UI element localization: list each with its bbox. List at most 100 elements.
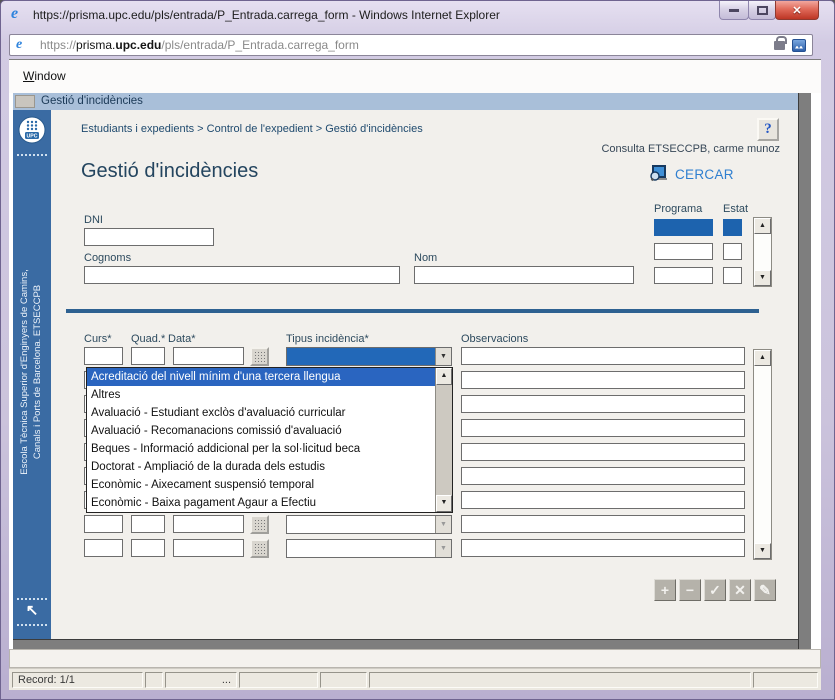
compatibility-view-icon[interactable] [792,39,806,52]
edit-button[interactable]: ✎ [754,579,776,601]
ie-icon: e [11,6,27,22]
programa-cell[interactable] [654,267,713,284]
observacions-input[interactable] [461,467,745,485]
dropdown-option[interactable]: Doctorat - Ampliació de la durada dels e… [87,458,435,476]
minimize-button[interactable] [719,1,749,20]
tipus-incidencia-dropdown: Acreditació del nivell mínim d'una terce… [86,367,453,513]
menu-window-mnemonic: W [23,69,34,83]
cognoms-input[interactable] [84,266,400,284]
data-input[interactable] [173,515,244,533]
dropdown-option-selected[interactable]: Acreditació del nivell mínim d'una terce… [87,368,435,386]
estat-cell[interactable] [723,267,742,284]
calendar-button[interactable] [250,347,269,366]
calendar-icon [254,519,265,530]
remove-record-button[interactable]: − [679,579,701,601]
observacions-input[interactable] [461,491,745,509]
estat-label: Estat [723,203,748,215]
tipus-combo-focused[interactable]: ▼ [286,347,452,366]
grid-scrollbar[interactable]: ▲ ▼ [753,349,772,560]
curs-input[interactable] [84,539,123,557]
menu-window-rest: indow [34,69,65,83]
accept-button[interactable]: ✓ [704,579,726,601]
breadcrumb: Estudiants i expedients > Control de l'e… [81,123,423,135]
maximize-icon [757,6,768,15]
scroll-down-icon[interactable]: ▼ [436,495,452,512]
quad-input[interactable] [131,539,165,557]
school-name-line2: Canals i Ports de Barcelona. ETSECCPB [31,162,44,582]
programa-cell-selected[interactable] [654,219,713,236]
observacions-header: Observacions [461,333,528,345]
chevron-down-icon[interactable]: ▼ [435,348,451,365]
observacions-input[interactable] [461,443,745,461]
scroll-up-icon[interactable]: ▲ [754,350,771,366]
record-indicator: Record: 1/1 [12,672,143,688]
menu-bar: Window [9,60,821,93]
dropdown-option[interactable]: Avaluació - Recomanacions comissió d'ava… [87,422,435,440]
observacions-input[interactable] [461,515,745,533]
tipus-combo[interactable]: ▼ [286,515,452,534]
dropdown-scrollbar[interactable]: ▲ ▼ [435,368,452,512]
url-text[interactable]: https://prisma.upc.edu/pls/entrada/P_Ent… [40,38,774,52]
cercar-button[interactable]: CERCAR [647,164,734,184]
scroll-down-icon[interactable]: ▼ [754,543,771,559]
url-scheme: https:// [40,38,76,52]
applet-header-title: Gestió d'incidències [41,95,143,107]
observacions-input[interactable] [461,539,745,557]
grid-row-8: ▼ [51,515,798,534]
data-input[interactable] [173,347,244,365]
cancel-button[interactable]: ✕ [729,579,751,601]
chevron-down-icon[interactable]: ▼ [435,516,451,533]
sidebar: UPC Escola Tècnica Superior d'Enginyers … [13,110,51,639]
dropdown-option[interactable]: Econòmic - Aixecament suspensió temporal [87,476,435,494]
url-domain: upc.edu [115,38,161,52]
quad-input[interactable] [131,347,165,365]
curs-input[interactable] [84,515,123,533]
dropdown-option[interactable]: Avaluació - Estudiant exclòs d'avaluació… [87,404,435,422]
applet-bottom-scroll-region [13,639,798,649]
sidebar-school-name: Escola Tècnica Superior d'Enginyers de C… [18,162,46,582]
menu-window[interactable]: Window [23,69,66,83]
scroll-up-icon[interactable]: ▲ [754,218,771,234]
curs-input[interactable] [84,347,123,365]
status-cell [320,672,367,688]
address-bar[interactable]: e https://prisma.upc.edu/pls/entrada/P_E… [9,34,813,56]
calendar-button[interactable] [250,515,269,534]
quad-input[interactable] [131,515,165,533]
observacions-input[interactable] [461,395,745,413]
status-bar: Record: 1/1 ... [9,668,821,690]
sidebar-divider [17,154,47,156]
calendar-button[interactable] [250,539,269,558]
ie-icon: e [16,37,32,53]
titlebar[interactable]: e https://prisma.upc.edu/pls/entrada/P_E… [1,1,834,29]
nom-input[interactable] [414,266,634,284]
help-button[interactable]: ? [757,118,779,141]
scroll-up-icon[interactable]: ▲ [436,368,452,385]
estat-cell-selected[interactable] [723,219,742,236]
dropdown-option[interactable]: Altres [87,386,435,404]
estat-cell[interactable] [723,243,742,260]
programa-cell[interactable] [654,243,713,260]
observacions-input[interactable] [461,419,745,437]
tipus-combo[interactable]: ▼ [286,539,452,558]
programa-scrollbar[interactable]: ▲ ▼ [753,217,772,287]
chevron-down-icon[interactable]: ▼ [435,540,451,557]
dropdown-option[interactable]: Econòmic - Baixa pagament Agaur a Efecti… [87,494,435,512]
school-name-line1: Escola Tècnica Superior d'Enginyers de C… [18,162,31,582]
horizontal-scrollbar[interactable] [9,649,821,668]
tipus-header: Tipus incidència* [286,333,369,345]
window-title: https://prisma.upc.edu/pls/entrada/P_Ent… [33,8,500,22]
url-host-prefix: prisma. [76,38,115,52]
collapse-arrow-icon[interactable]: ↖ [13,602,51,620]
dropdown-option[interactable]: Beques - Informació addicional per la so… [87,440,435,458]
data-input[interactable] [173,539,244,557]
applet-header: Gestió d'incidències [13,93,798,110]
observacions-input[interactable] [461,347,745,365]
scroll-down-icon[interactable]: ▼ [754,270,771,286]
maximize-button[interactable] [748,1,776,20]
observacions-input[interactable] [461,371,745,389]
dni-input[interactable] [84,228,214,246]
calendar-icon [254,351,265,362]
add-record-button[interactable]: + [654,579,676,601]
close-button[interactable]: ✕ [775,1,819,20]
dni-label: DNI [84,214,103,226]
